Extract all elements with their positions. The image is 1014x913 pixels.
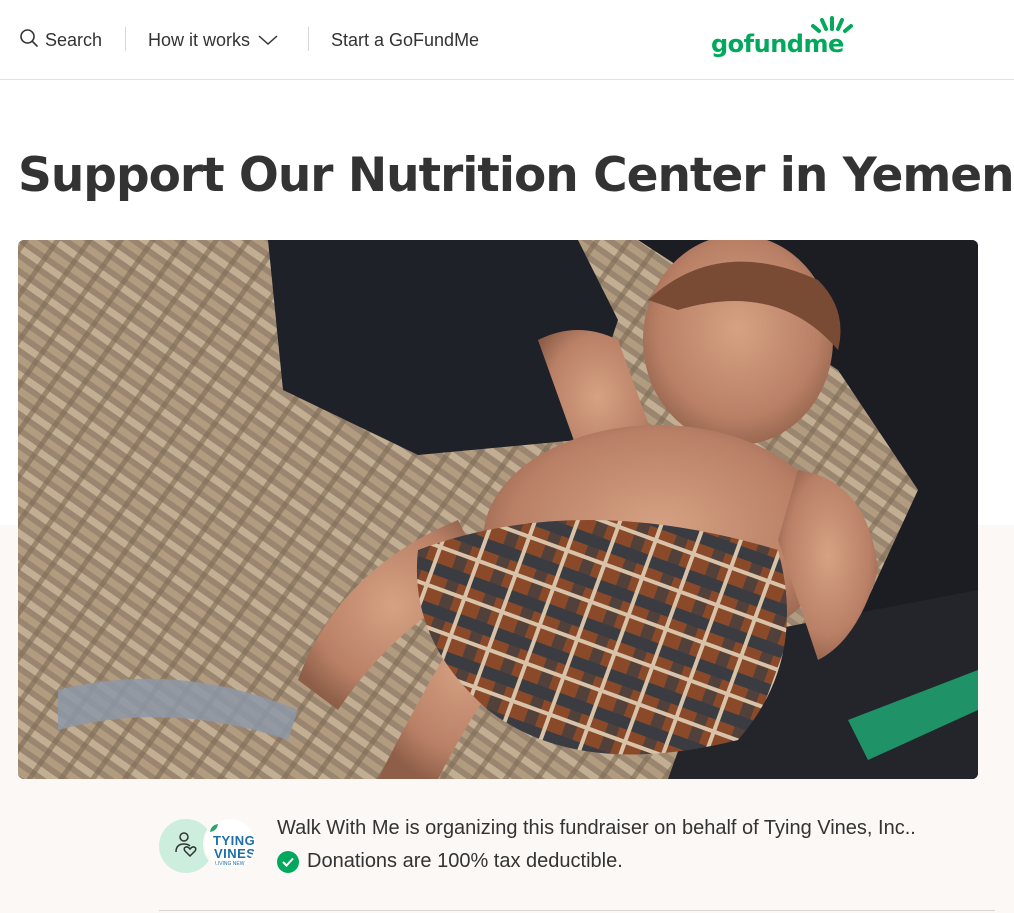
start-gofundme-label: Start a GoFundMe (331, 29, 480, 50)
how-it-works-label: How it works (148, 29, 251, 50)
check-circle-icon (277, 850, 299, 873)
tax-deductible-note: Donations are 100% tax deductible. (277, 850, 623, 873)
nav-divider (308, 27, 309, 51)
gofundme-logo[interactable]: gofundme (711, 16, 861, 64)
organizer-section: TYING VINES LIVING NEW Walk With Me is o… (159, 815, 999, 875)
how-it-works-dropdown[interactable]: How it works (148, 28, 278, 52)
person-heart-icon (171, 829, 201, 864)
section-divider (159, 910, 995, 911)
tax-deductible-text: Donations are 100% tax deductible. (307, 850, 623, 872)
org-logo-tagline: LIVING NEW (215, 861, 245, 867)
campaign-hero-image (18, 240, 978, 779)
organizer-description: Walk With Me is organizing this fundrais… (277, 817, 916, 839)
search-icon (19, 28, 45, 53)
nav-divider (125, 27, 126, 51)
leaf-icon (210, 824, 218, 832)
top-navigation: Search How it works Start a GoFundMe gof… (0, 0, 1014, 80)
start-gofundme-link[interactable]: Start a GoFundMe (331, 28, 479, 52)
org-logo-text: VINES (214, 846, 256, 861)
hero-photo-illustration (18, 240, 978, 779)
page-title: Support Our Nutrition Center in Yemen (18, 148, 1014, 203)
chevron-down-icon (250, 30, 278, 51)
search-button[interactable]: Search (19, 28, 102, 52)
logo-text: gofundme (711, 30, 844, 58)
search-label: Search (45, 29, 103, 50)
beneficiary-logo[interactable]: TYING VINES LIVING NEW (203, 817, 257, 871)
